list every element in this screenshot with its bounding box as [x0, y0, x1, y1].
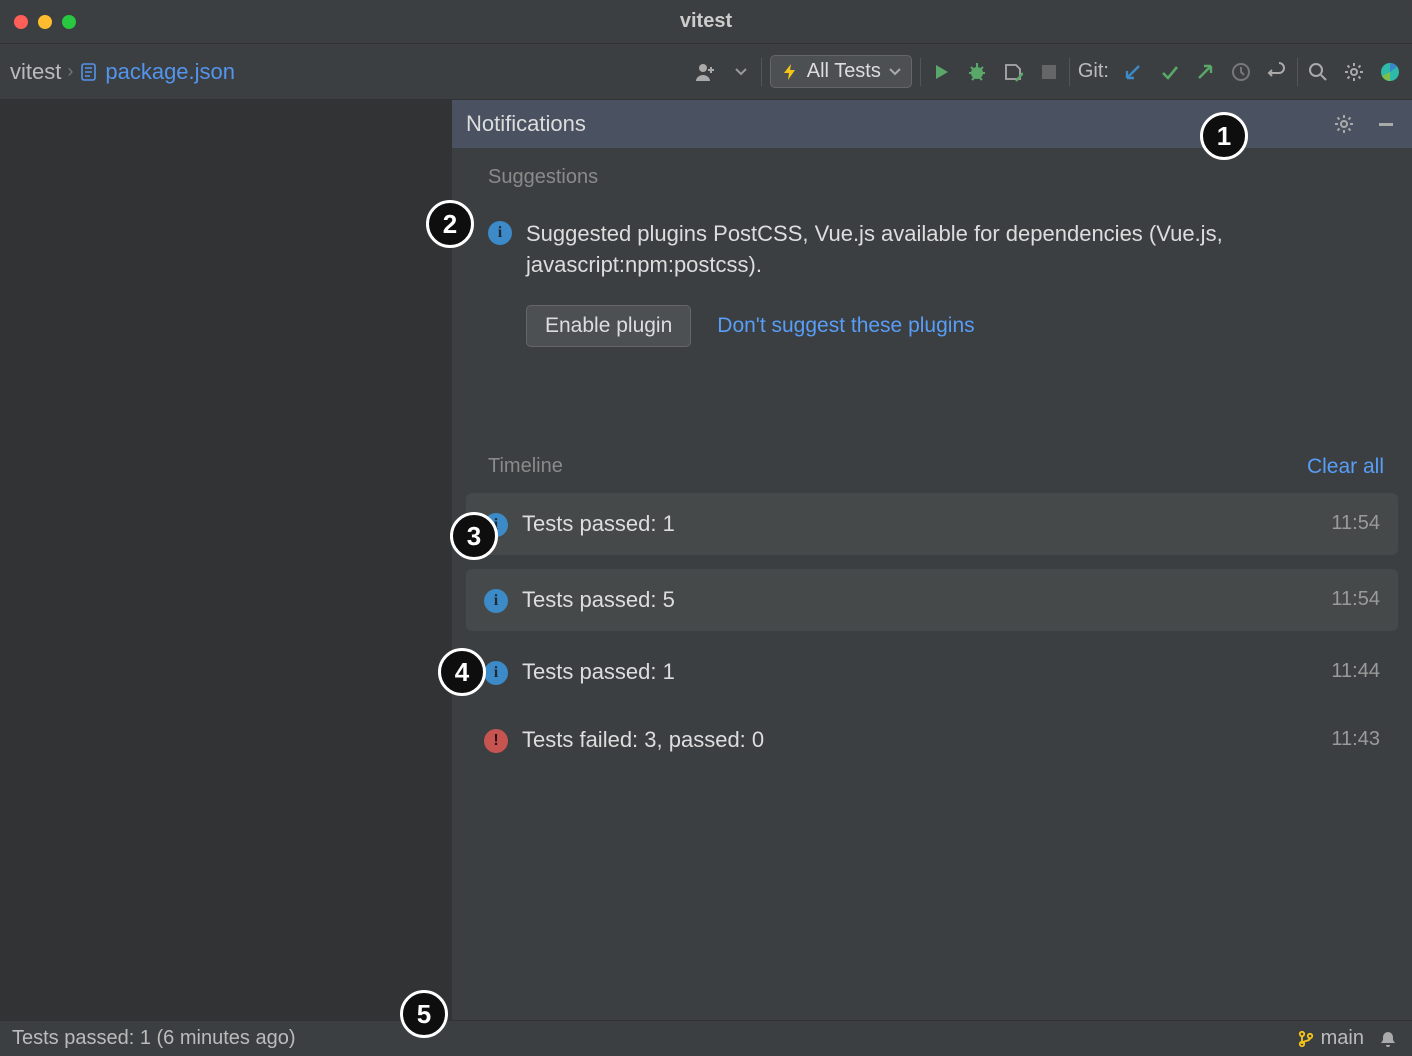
timeline-label: Timeline: [488, 455, 563, 478]
timeline-header: Timeline Clear all: [452, 455, 1412, 485]
info-icon: i: [488, 221, 512, 245]
breadcrumb-file-label: package.json: [105, 59, 235, 85]
timeline-message: Tests failed: 3, passed: 0: [522, 727, 764, 753]
maximize-window-button[interactable]: [62, 15, 76, 29]
git-rollback-icon[interactable]: [1265, 60, 1289, 84]
minimize-window-button[interactable]: [38, 15, 52, 29]
run-config-label: All Tests: [807, 60, 881, 83]
notifications-title: Notifications: [466, 111, 586, 137]
hide-panel-icon[interactable]: [1374, 112, 1398, 136]
timeline-item[interactable]: i Tests passed: 1 11:44: [466, 645, 1398, 699]
window-controls: [14, 15, 76, 29]
callout-1: 1: [1200, 112, 1248, 160]
git-history-icon[interactable]: [1229, 60, 1253, 84]
git-push-icon[interactable]: [1193, 60, 1217, 84]
notifications-panel: Notifications Suggestions i Suggested pl…: [452, 100, 1412, 1020]
git-update-icon[interactable]: [1121, 60, 1145, 84]
run-button[interactable]: [929, 60, 953, 84]
git-branch-indicator[interactable]: main: [1297, 1027, 1364, 1050]
timeline-item[interactable]: ! Tests failed: 3, passed: 0 11:43: [466, 713, 1398, 767]
user-add-icon[interactable]: [693, 60, 717, 84]
gear-icon[interactable]: [1342, 60, 1366, 84]
main-area: Notifications Suggestions i Suggested pl…: [0, 100, 1412, 1020]
timeline-message: Tests passed: 5: [522, 587, 675, 613]
timeline-time: 11:44: [1331, 660, 1380, 683]
editor-panel: [0, 100, 452, 1020]
statusbar: Tests passed: 1 (6 minutes ago) main: [0, 1020, 1412, 1056]
breadcrumb: vitest › package.json: [10, 59, 235, 85]
timeline-item[interactable]: i Tests passed: 5 11:54: [466, 569, 1398, 631]
timeline-item[interactable]: i Tests passed: 1 11:54: [466, 493, 1398, 555]
json-file-icon: [79, 62, 99, 82]
timeline-time: 11:43: [1331, 728, 1380, 751]
callout-5: 5: [400, 990, 448, 1038]
info-icon: i: [484, 661, 508, 685]
statusbar-left: Tests passed: 1 (6 minutes ago): [12, 1027, 295, 1050]
debug-button[interactable]: [965, 60, 989, 84]
breadcrumb-project[interactable]: vitest: [10, 59, 61, 85]
notifications-header: Notifications: [452, 100, 1412, 148]
timeline-time: 11:54: [1331, 512, 1380, 535]
dont-suggest-link[interactable]: Don't suggest these plugins: [717, 314, 974, 338]
timeline-time: 11:54: [1331, 588, 1380, 611]
lightning-icon: [781, 63, 799, 81]
chevron-down-icon[interactable]: [729, 60, 753, 84]
chevron-down-icon: [889, 66, 901, 78]
gear-icon[interactable]: [1332, 112, 1356, 136]
git-commit-icon[interactable]: [1157, 60, 1181, 84]
info-icon: i: [484, 589, 508, 613]
search-icon[interactable]: [1306, 60, 1330, 84]
close-window-button[interactable]: [14, 15, 28, 29]
suggestions-section: Suggestions i Suggested plugins PostCSS,…: [452, 148, 1412, 365]
error-icon: !: [484, 729, 508, 753]
callout-2: 2: [426, 200, 474, 248]
notifications-bell-icon[interactable]: [1376, 1027, 1400, 1051]
enable-plugin-button[interactable]: Enable plugin: [526, 305, 691, 347]
ide-logo-icon[interactable]: [1378, 60, 1402, 84]
coverage-button[interactable]: [1001, 60, 1025, 84]
git-label: Git:: [1078, 60, 1109, 83]
toolbar: vitest › package.json All Tests: [0, 44, 1412, 100]
timeline-list: i Tests passed: 1 11:54 i Tests passed: …: [452, 485, 1412, 775]
callout-3: 3: [450, 512, 498, 560]
timeline-message: Tests passed: 1: [522, 511, 675, 537]
run-config-selector[interactable]: All Tests: [770, 55, 912, 88]
chevron-right-icon: ›: [67, 61, 73, 82]
callout-4: 4: [438, 648, 486, 696]
suggestion-text: Suggested plugins PostCSS, Vue.js availa…: [526, 219, 1394, 281]
stop-button[interactable]: [1037, 60, 1061, 84]
window-title: vitest: [680, 10, 732, 33]
suggestions-label: Suggestions: [488, 166, 1394, 189]
git-branch-icon: [1297, 1030, 1315, 1048]
clear-all-link[interactable]: Clear all: [1307, 455, 1384, 479]
breadcrumb-file[interactable]: package.json: [79, 59, 235, 85]
git-branch-name: main: [1321, 1027, 1364, 1050]
titlebar: vitest: [0, 0, 1412, 44]
timeline-message: Tests passed: 1: [522, 659, 675, 685]
